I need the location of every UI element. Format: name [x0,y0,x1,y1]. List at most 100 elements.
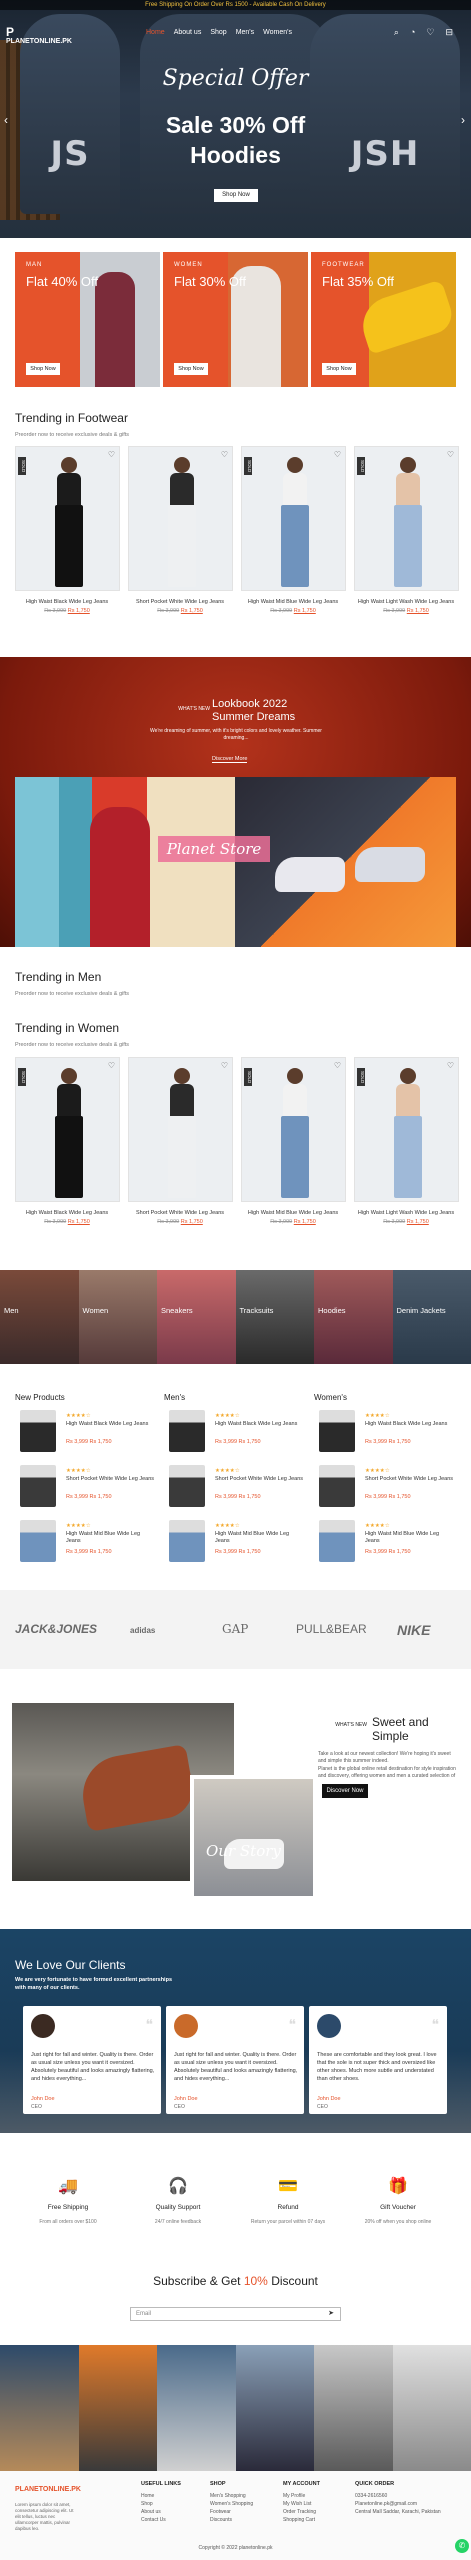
wishlist-heart-icon[interactable]: ♡ [108,1061,115,1070]
category-men[interactable]: Men [0,1270,79,1364]
mini-product[interactable]: ★★★★☆ High Waist Black Wide Leg Jeans Rs 3… [164,1408,304,1454]
product-price: Rs 3,999 Rs 1,750 [12,1219,122,1225]
footer-link[interactable]: Contact Us [141,2516,211,2524]
nav-item-about[interactable]: About us [174,29,202,36]
wishlist-heart-icon[interactable]: ♡ [447,450,454,459]
brand-gap[interactable]: GAP [222,1622,248,1636]
model-head [400,457,416,473]
search-icon[interactable]: ⌕ [394,27,399,38]
category-tile-women[interactable]: WOMEN Flat 30% Off Shop Now [163,252,308,387]
category-denim-jackets[interactable]: Denim Jackets [392,1270,471,1364]
avatar [174,2014,198,2038]
user-icon[interactable]: ◔ [410,27,415,38]
mini-product-name: Short Pocket White Wide Leg Jeans [66,1476,155,1482]
footer-link[interactable]: My Wish List [283,2500,353,2508]
product-name[interactable]: High Waist Mid Blue Wide Leg Jeans [238,599,348,605]
brand-adidas[interactable]: adidas [130,1626,155,1635]
footer-link[interactable]: Women's Shopping [210,2500,280,2508]
product-card[interactable]: SOLD ♡ [241,446,346,591]
nav-item-shop[interactable]: Shop [210,29,226,36]
product-name[interactable]: Short Pocket White Wide Leg Jeans [125,1210,235,1216]
product-name[interactable]: High Waist Light Wash Wide Leg Jeans [351,1210,461,1216]
brand-jack-jones[interactable]: JACK&JONES [15,1622,97,1636]
category-tile-footwear[interactable]: FOOTWEAR Flat 35% Off Shop Now [311,252,456,387]
footer-link[interactable]: Home [141,2492,211,2500]
slider-prev-icon[interactable]: ‹ [4,113,8,127]
wishlist-heart-icon[interactable]: ♡ [334,1061,341,1070]
mini-product[interactable]: ★★★★☆ High Waist Mid Blue Wide Leg Jeans R… [314,1518,454,1564]
old-price: Rs 3,999 [157,608,180,614]
product-card[interactable]: SOLD ♡ [354,446,459,591]
slider-next-icon[interactable]: › [461,113,465,127]
wishlist-heart-icon[interactable]: ♡ [447,1061,454,1070]
product-name[interactable]: Short Pocket White Wide Leg Jeans [125,599,235,605]
brand-pull-bear[interactable]: PULL&BEAR [296,1622,367,1636]
mini-product[interactable]: ★★★★☆ High Waist Black Wide Leg Jeans Rs 3… [15,1408,155,1454]
product-card[interactable]: SOLD ♡ [241,1057,346,1202]
send-icon[interactable]: ➤ [328,2308,334,2320]
footer-column-heading: SHOP [210,2481,226,2487]
category-tile-man[interactable]: MAN Flat 40% Off Shop Now [15,252,160,387]
footer-link[interactable]: About us [141,2508,211,2516]
footer-link[interactable]: Discounts [210,2516,280,2524]
tile-offer: Flat 40% Off [26,274,99,289]
tile-shop-button[interactable]: Shop Now [322,363,356,375]
feature-item: 🎧 Quality Support 24/7 online feedback [119,2176,237,2225]
cart-icon[interactable]: ⊟ [445,27,453,38]
whatsapp-icon[interactable]: ✆ [455,2539,469,2553]
product-name[interactable]: High Waist Light Wash Wide Leg Jeans [351,599,461,605]
tile-tag: FOOTWEAR [322,262,365,268]
product-card[interactable]: SOLD ♡ [15,446,120,591]
review-card: ❝ These are comfortable and they look gre… [309,2006,447,2114]
nav-item-womens[interactable]: Women's [263,29,292,36]
footer-logo[interactable]: PLANETONLINE.PK [15,2486,81,2493]
footer-link[interactable]: Men's Shopping [210,2492,280,2500]
category-women[interactable]: Women [78,1270,157,1364]
mini-product[interactable]: ★★★★☆ Short Pocket White Wide Leg Jeans Rs… [15,1463,155,1509]
category-tracksuits[interactable]: Tracksuits [235,1270,314,1364]
product-name[interactable]: High Waist Black Wide Leg Jeans [12,1210,122,1216]
footer-link[interactable]: Planetonline.pk@gmail.com [355,2500,455,2508]
about-paragraph-1: Take a look at our newest collection! We… [318,1751,451,1764]
heart-icon[interactable]: ♡ [426,27,434,38]
site-logo[interactable]: P PLANETONLINE.PK [6,26,72,48]
wishlist-heart-icon[interactable]: ♡ [334,450,341,459]
mini-product[interactable]: ★★★★☆ High Waist Black Wide Leg Jeans Rs 3… [314,1408,454,1454]
rating-stars: ★★★★☆ [215,1413,240,1419]
product-model [390,1068,426,1198]
mini-product[interactable]: ★★★★☆ Short Pocket White Wide Leg Jeans Rs… [164,1463,304,1509]
lookbook-discover-button[interactable]: Discover More [212,756,248,763]
wishlist-heart-icon[interactable]: ♡ [221,450,228,459]
footer-link[interactable]: 0334-2616560 [355,2492,455,2500]
tile-shop-button[interactable]: Shop Now [26,363,60,375]
product-card[interactable]: SOLD ♡ [15,1057,120,1202]
brand-nike[interactable]: NIKE [397,1622,430,1638]
product-card[interactable]: ♡ [128,446,233,591]
mini-product[interactable]: ★★★★☆ Short Pocket White Wide Leg Jeans Rs… [314,1463,454,1509]
product-card[interactable]: ♡ [128,1057,233,1202]
product-name[interactable]: High Waist Mid Blue Wide Leg Jeans [238,1210,348,1216]
refund-icon: 💳 [278,2178,298,2195]
subscribe-email-input[interactable]: Email ➤ [130,2307,341,2321]
footer-link[interactable]: Shop [141,2500,211,2508]
footer-link[interactable]: Shopping Cart [283,2516,353,2524]
footer-link[interactable]: My Profile [283,2492,353,2500]
nav-item-home[interactable]: Home [146,29,165,36]
tile-shop-button[interactable]: Shop Now [174,363,208,375]
category-sneakers[interactable]: Sneakers [157,1270,236,1364]
footer-link[interactable]: Order Tracking [283,2508,353,2516]
product-card[interactable]: SOLD ♡ [354,1057,459,1202]
wishlist-heart-icon[interactable]: ♡ [108,450,115,459]
nav-item-mens[interactable]: Men's [236,29,254,36]
mini-product[interactable]: ★★★★☆ High Waist Mid Blue Wide Leg Jeans R… [164,1518,304,1564]
about-discover-button[interactable]: Discover Now [322,1784,368,1798]
mini-product[interactable]: ★★★★☆ High Waist Mid Blue Wide Leg Jeans R… [15,1518,155,1564]
wishlist-heart-icon[interactable]: ♡ [221,1061,228,1070]
product-name[interactable]: High Waist Black Wide Leg Jeans [12,599,122,605]
review-text: These are comfortable and they look grea… [317,2052,437,2082]
footer-link[interactable]: Central Mall Saddar, Karachi, Pakistan [355,2508,455,2516]
category-hoodies[interactable]: Hoodies [314,1270,393,1364]
feature-desc: Return your parcel within 07 days [250,2219,326,2225]
hero-shop-now-button[interactable]: Shop Now [214,189,258,202]
footer-link[interactable]: Footwear [210,2508,280,2516]
